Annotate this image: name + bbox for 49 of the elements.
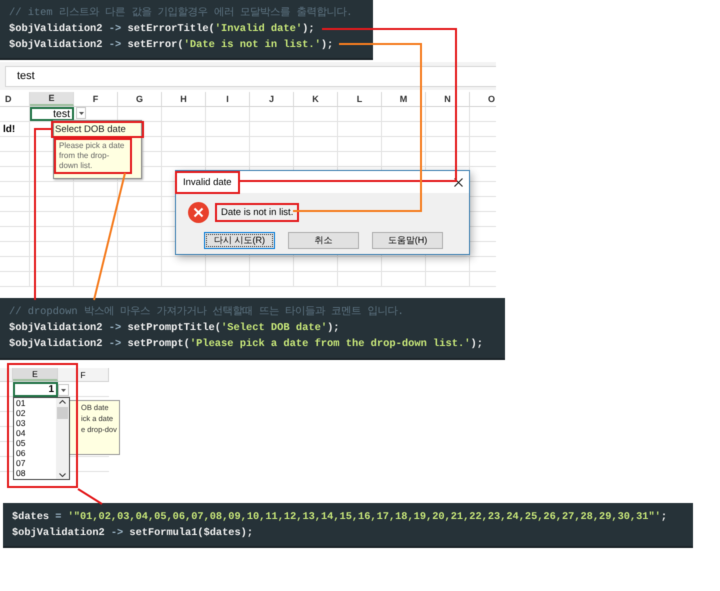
close-icon[interactable] (454, 178, 463, 186)
column-header[interactable]: G (118, 92, 162, 106)
table-cell: ld! (0, 122, 30, 136)
tooltip-text: Please pick a date from the drop-down list. (54, 138, 132, 174)
chevron-down-icon[interactable] (59, 473, 66, 477)
error-icon (188, 202, 209, 223)
dialog-button[interactable]: 다시 시도(R) (204, 232, 275, 249)
list-item[interactable]: 05 (16, 438, 56, 448)
column-header[interactable]: J (250, 92, 294, 106)
scrollbar[interactable] (56, 398, 69, 479)
column-header[interactable]: F (58, 368, 109, 381)
column-header[interactable]: E (30, 92, 74, 106)
dropdown-button[interactable] (58, 384, 69, 396)
column-header[interactable]: K (294, 92, 338, 106)
active-cell[interactable]: 1 (13, 382, 58, 397)
list-item[interactable]: 04 (16, 428, 56, 438)
list-item[interactable]: 01 (16, 398, 56, 408)
list-item[interactable]: 02 (16, 408, 56, 418)
dialog-button[interactable]: 도움말(H) (372, 232, 443, 249)
code-line: $objValidation2 -> setErrorTitle('Invalid date'); (9, 22, 315, 36)
code-line: $objValidation2 -> setFormula1($dates); (12, 526, 253, 540)
code-line: $objValidation2 -> setPrompt('Please pick a date from the drop-down list.'); (9, 337, 483, 351)
column-header[interactable]: L (338, 92, 382, 106)
list-item[interactable]: 08 (16, 468, 56, 478)
column-header[interactable]: H (162, 92, 206, 106)
dialog-title: Invalid date (175, 170, 240, 194)
code-line: $dates = '"01,02,03,04,05,06,07,08,09,10,11,12,13,14,15,16,17,18,19,20,21,22,23,24,25,26,27,28,29,30,31"'; (12, 510, 668, 524)
column-header[interactable]: E (13, 368, 58, 381)
error-message: Date is not in list. (215, 203, 300, 222)
column-header[interactable]: I (206, 92, 250, 106)
code-line: $objValidation2 -> setError('Date is not in list.'); (9, 38, 334, 52)
caret-icon (61, 388, 66, 392)
caret-icon (78, 112, 84, 114)
code-line: $objValidation2 -> setPromptTitle('Select DOB date'); (9, 321, 340, 335)
scrollbar-thumb[interactable] (57, 407, 68, 419)
formula-bar[interactable]: test (5, 66, 496, 86)
code-comment: // dropdown 박스에 마우스 가져가거나 선택할때 뜨는 타이들과 코멘트 입니다. (9, 305, 404, 319)
list-item[interactable]: 06 (16, 448, 56, 458)
dropdown-button[interactable] (76, 107, 86, 119)
column-header[interactable]: M (382, 92, 426, 106)
column-header[interactable]: F (74, 92, 118, 106)
tooltip-title: Select DOB date (51, 121, 144, 138)
dialog-button[interactable]: 취소 (288, 232, 359, 249)
column-header[interactable]: N (426, 92, 470, 106)
list-item[interactable]: 07 (16, 458, 56, 468)
chevron-up-icon[interactable] (59, 400, 66, 404)
column-header[interactable]: O (470, 92, 496, 106)
list-item[interactable]: 03 (16, 418, 56, 428)
code-comment: // item 리스트와 다른 값을 기입할경우 에러 모달박스를 출력합니다. (9, 6, 353, 20)
